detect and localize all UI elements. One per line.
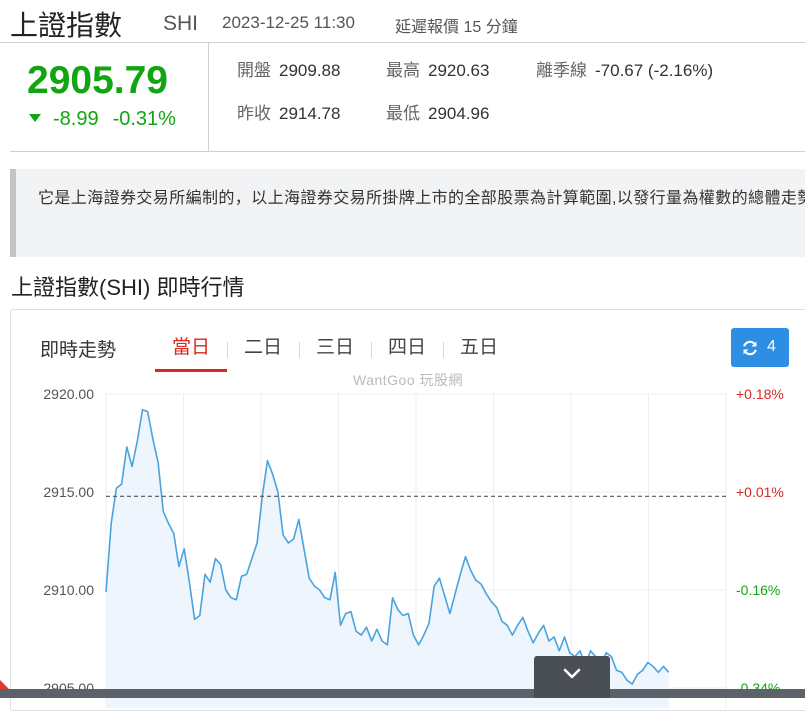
stat-high: 最高 2920.63 [386, 56, 489, 81]
y-tick-percent-label: -0.16% [736, 582, 780, 598]
page-header: 上證指數 SHI 2023-12-25 11:30 延遲報價 15 分鐘 [10, 4, 805, 41]
stat-label: 最低 [386, 104, 420, 123]
chart-card: 即時走勢 當日 二日 三日 四日 五日 4 WantGoo 玩股網 2920.0… [10, 309, 805, 711]
price-change: -8.99 -0.31% [29, 108, 176, 131]
index-description: 它是上海證券交易所編制的，以上海證券交易所掛牌上市的全部股票為計算範圍,以發行量… [10, 169, 805, 257]
stat-label: 開盤 [237, 61, 271, 80]
stat-value: 2904.96 [428, 104, 490, 123]
corner-marker [0, 680, 9, 689]
y-tick-percent-label: +0.01% [736, 484, 784, 500]
quote-datetime: 2023-12-25 11:30 [222, 13, 355, 32]
bottom-bar [0, 689, 805, 698]
section-title: 上證指數(SHI) 即時行情 [11, 275, 245, 300]
stat-open: 開盤 2909.88 [237, 56, 340, 81]
delay-note: 延遲報價 15 分鐘 [395, 19, 518, 36]
stat-value: 2909.88 [279, 61, 341, 80]
price-box: 2905.79 -8.99 -0.31% [10, 43, 209, 151]
stat-prev-close: 昨收 2914.78 [237, 99, 340, 124]
stat-value: 2920.63 [428, 61, 490, 80]
chevron-down-icon [563, 668, 581, 679]
description-text: 它是上海證券交易所編制的，以上海證券交易所掛牌上市的全部股票為計算範圍,以發行量… [38, 190, 805, 207]
expand-button[interactable] [534, 656, 610, 698]
stat-value: -70.67 (-2.16%) [595, 61, 714, 80]
stat-label: 離季線 [536, 61, 587, 80]
index-name: 上證指數 [10, 10, 123, 41]
stat-value: 2914.78 [279, 104, 341, 123]
y-tick-percent-label: +0.18% [736, 386, 784, 402]
stat-label: 昨收 [237, 104, 271, 123]
quote-panel: 2905.79 -8.99 -0.31% 開盤 2909.88 最高 2920.63 … [10, 43, 805, 152]
stat-low: 最低 2904.96 [386, 99, 489, 124]
y-tick-label: 2910.00 [43, 582, 94, 598]
last-price: 2905.79 [27, 59, 168, 102]
stat-label: 最高 [386, 61, 420, 80]
y-tick-label: 2915.00 [43, 484, 94, 500]
index-code: SHI [163, 12, 199, 35]
down-arrow-icon [29, 113, 41, 122]
intraday-chart: 2920.002915.002910.002905.00+0.18%+0.01%… [43, 386, 784, 708]
y-tick-label: 2920.00 [43, 386, 94, 402]
stat-quarter-deviation: 離季線 -70.67 (-2.16%) [536, 56, 713, 81]
change-percent: -0.31% [112, 108, 176, 130]
change-value: -8.99 [53, 108, 99, 130]
